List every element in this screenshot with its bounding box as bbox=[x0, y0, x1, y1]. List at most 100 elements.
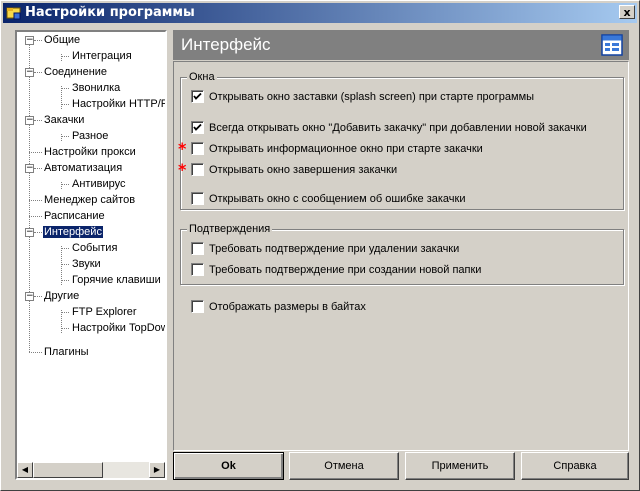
collapse-toggle[interactable]: − bbox=[25, 68, 34, 77]
interface-window-icon bbox=[601, 34, 623, 56]
tree-item-label: Горячие клавиши bbox=[72, 274, 161, 286]
section-title: Интерфейс bbox=[181, 35, 271, 54]
tree-guide-line bbox=[61, 56, 69, 57]
tree-item-label: Звонилка bbox=[72, 82, 121, 94]
tree-item-label: Закачки bbox=[44, 114, 85, 126]
tree-item-dialer[interactable]: Звонилка bbox=[71, 80, 121, 96]
ok-button[interactable]: Ok bbox=[173, 452, 284, 480]
finish-window-checkbox-option[interactable]: Открывать окно завершения закачки bbox=[191, 163, 611, 177]
tree-item-label: Настройки TopDownloader bbox=[72, 322, 167, 334]
checkbox[interactable] bbox=[191, 90, 204, 103]
tree-item-label: Общие bbox=[44, 34, 81, 46]
tree-item-label: Интерфейс bbox=[42, 225, 104, 239]
group-title: Окна bbox=[187, 70, 217, 84]
tree-item-downloads[interactable]: Закачки bbox=[43, 112, 85, 128]
tree-item-interface[interactable]: Интерфейс bbox=[42, 224, 104, 240]
tree-item-label: Плагины bbox=[44, 346, 89, 358]
tree-guide-line bbox=[29, 216, 42, 217]
collapse-toggle[interactable]: − bbox=[25, 164, 34, 173]
tree-item-label: Настройки HTTP/FTP bbox=[72, 98, 167, 110]
apply-button[interactable]: Применить bbox=[405, 452, 515, 480]
tree-content: − Общие Интеграция − Соединение Звонилка… bbox=[17, 32, 167, 462]
scroll-right-icon[interactable]: ▶ bbox=[149, 462, 165, 478]
info-window-checkbox-option[interactable]: Открывать информационное окно при старте… bbox=[191, 142, 611, 156]
add-download-checkbox-option[interactable]: Всегда открывать окно "Добавить закачку"… bbox=[191, 121, 621, 135]
scroll-thumb[interactable] bbox=[33, 462, 103, 478]
confirm-folder-checkbox-option[interactable]: Требовать подтверждение при создании нов… bbox=[191, 263, 611, 277]
tree-item-label: Расписание bbox=[44, 210, 105, 222]
tree-item-misc[interactable]: Разное bbox=[71, 128, 109, 144]
collapse-toggle[interactable]: − bbox=[25, 116, 34, 125]
checkbox[interactable] bbox=[191, 192, 204, 205]
checkbox[interactable] bbox=[191, 263, 204, 276]
tree-item-topdownloader[interactable]: Настройки TopDownloader bbox=[71, 320, 167, 336]
tree-item-plugins[interactable]: Плагины bbox=[43, 344, 90, 360]
option-label: Требовать подтверждение при удалении зак… bbox=[209, 243, 460, 255]
tree-guide-line bbox=[34, 120, 42, 121]
help-button[interactable]: Справка bbox=[521, 452, 629, 480]
option-label: Открывать информационное окно при старте… bbox=[209, 143, 483, 155]
tree-guide-line bbox=[61, 312, 69, 313]
tree-item-sounds[interactable]: Звуки bbox=[71, 256, 102, 272]
tree-item-antivirus[interactable]: Антивирус bbox=[71, 176, 126, 192]
checkbox[interactable] bbox=[191, 163, 204, 176]
splash-checkbox-option[interactable]: Открывать окно заставки (splash screen) … bbox=[191, 90, 611, 104]
tree-item-label: Разное bbox=[72, 130, 109, 142]
tree-item-label: Соединение bbox=[44, 66, 108, 78]
tree-item-events[interactable]: События bbox=[71, 240, 118, 256]
tree-horizontal-scrollbar[interactable]: ◀ ▶ bbox=[17, 462, 165, 478]
collapse-toggle[interactable]: − bbox=[25, 292, 34, 301]
tree-item-ftp-explorer[interactable]: FTP Explorer bbox=[71, 304, 138, 320]
tree-item-label: Автоматизация bbox=[44, 162, 123, 174]
tree-guide-line bbox=[29, 352, 42, 353]
app-icon bbox=[6, 7, 21, 20]
scroll-left-icon[interactable]: ◀ bbox=[17, 462, 33, 478]
tree-item-label: Менеджер сайтов bbox=[44, 194, 136, 206]
collapse-toggle[interactable]: − bbox=[25, 228, 34, 237]
option-label: Требовать подтверждение при создании нов… bbox=[209, 264, 482, 276]
tree-item-label: Интеграция bbox=[72, 50, 132, 62]
tree-guide-line bbox=[29, 200, 42, 201]
tree-guide-line bbox=[34, 168, 42, 169]
tree-item-hotkeys[interactable]: Горячие клавиши bbox=[71, 272, 162, 288]
error-window-checkbox-option[interactable]: Открывать окно с сообщением об ошибке за… bbox=[191, 192, 611, 206]
group-title: Подтверждения bbox=[187, 222, 273, 236]
tree-item-label: FTP Explorer bbox=[72, 306, 137, 318]
collapse-toggle[interactable]: − bbox=[25, 36, 34, 45]
tree-item-label: События bbox=[72, 242, 118, 254]
tree-guide-line bbox=[34, 72, 42, 73]
cancel-button[interactable]: Отмена bbox=[289, 452, 399, 480]
tree-item-site-manager[interactable]: Менеджер сайтов bbox=[43, 192, 136, 208]
option-label: Открывать окно завершения закачки bbox=[209, 164, 398, 176]
tree-item-http-ftp[interactable]: Настройки HTTP/FTP bbox=[71, 96, 167, 112]
tree-item-proxy[interactable]: Настройки прокси bbox=[43, 144, 137, 160]
option-label: Всегда открывать окно "Добавить закачку"… bbox=[209, 122, 587, 134]
checkbox[interactable] bbox=[191, 300, 204, 313]
tree-guide-line bbox=[61, 310, 62, 333]
tree-guide-line bbox=[61, 88, 69, 89]
tree-item-schedule[interactable]: Расписание bbox=[43, 208, 106, 224]
tree-item-other[interactable]: Другие bbox=[43, 288, 80, 304]
tree-guide-line bbox=[29, 152, 42, 153]
tree-item-integration[interactable]: Интеграция bbox=[71, 48, 133, 64]
checkbox[interactable] bbox=[191, 242, 204, 255]
tree-guide-line bbox=[34, 40, 42, 41]
tree-guide-line bbox=[61, 264, 69, 265]
tree-item-label: Настройки прокси bbox=[44, 146, 136, 158]
tree-item-connection[interactable]: Соединение bbox=[43, 64, 108, 80]
tree-item-label: Антивирус bbox=[72, 178, 126, 190]
show-bytes-checkbox-option[interactable]: Отображать размеры в байтах bbox=[191, 300, 611, 314]
close-button[interactable]: x bbox=[619, 5, 635, 19]
tree-item-general[interactable]: Общие bbox=[43, 32, 81, 48]
tree-guide-line bbox=[61, 136, 69, 137]
tree-guide-line bbox=[34, 232, 42, 233]
checkbox[interactable] bbox=[191, 121, 204, 134]
title-bar[interactable]: Настройки программы x bbox=[3, 3, 637, 23]
checkbox[interactable] bbox=[191, 142, 204, 155]
option-label: Отображать размеры в байтах bbox=[209, 301, 366, 313]
asterisk-marker: * bbox=[178, 139, 187, 158]
tree-item-automation[interactable]: Автоматизация bbox=[43, 160, 123, 176]
asterisk-marker: * bbox=[178, 160, 187, 179]
settings-tree[interactable]: − Общие Интеграция − Соединение Звонилка… bbox=[15, 30, 167, 480]
confirm-delete-checkbox-option[interactable]: Требовать подтверждение при удалении зак… bbox=[191, 242, 611, 256]
